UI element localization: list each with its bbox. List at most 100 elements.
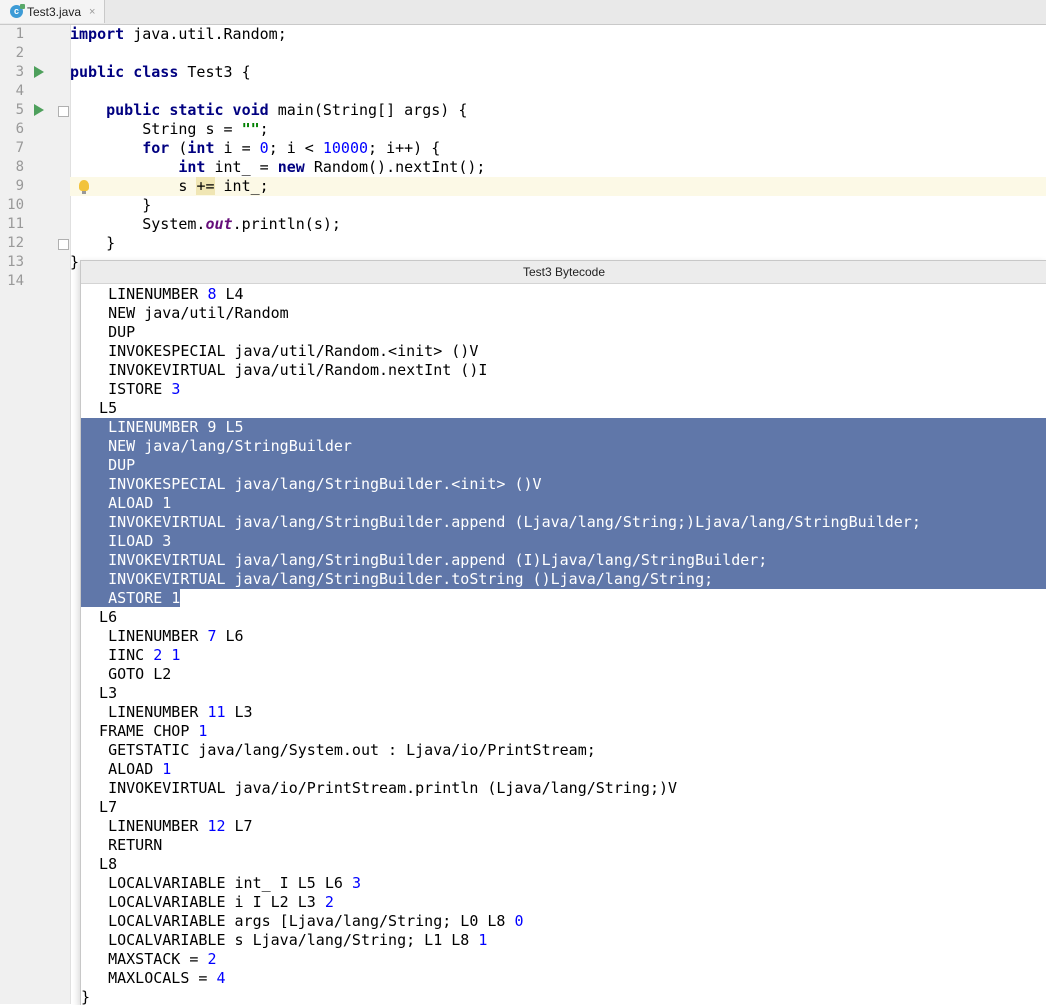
bytecode-line[interactable]: ALOAD 1 <box>81 760 1046 779</box>
bytecode-line[interactable]: GOTO L2 <box>81 665 1046 684</box>
bytecode-line[interactable]: DUP <box>81 323 1046 342</box>
bytecode-line-text: NEW java/lang/StringBuilder <box>81 437 352 455</box>
code-token: int_ = <box>205 158 278 176</box>
close-icon[interactable]: × <box>89 6 95 18</box>
bytecode-line-text: INVOKEVIRTUAL java/util/Random.nextInt (… <box>81 361 487 379</box>
bytecode-line[interactable]: DUP <box>81 456 1046 475</box>
code-line[interactable]: public class Test3 { <box>70 63 1046 82</box>
code-token: Test3 { <box>178 63 251 81</box>
bytecode-line[interactable]: NEW java/lang/StringBuilder <box>81 437 1046 456</box>
code-token: 1 <box>198 722 208 740</box>
code-line[interactable]: String s = ""; <box>70 120 1046 139</box>
bytecode-line[interactable]: INVOKESPECIAL java/lang/StringBuilder.<i… <box>81 475 1046 494</box>
bytecode-popup[interactable]: Test3 Bytecode LINENUMBER 8 L4 NEW java/… <box>80 260 1046 1005</box>
bytecode-line[interactable]: INVOKEVIRTUAL java/lang/StringBuilder.ap… <box>81 551 1046 570</box>
code-token: for <box>142 139 170 157</box>
line-number: 9 <box>15 178 24 194</box>
bytecode-line-text: GOTO L2 <box>81 665 171 683</box>
line-number: 14 <box>7 273 24 289</box>
code-token: += <box>196 177 215 195</box>
bytecode-line[interactable]: L6 <box>81 608 1046 627</box>
lightbulb-icon[interactable] <box>79 180 89 194</box>
code-token: INVOKEVIRTUAL java/lang/StringBuilder.ap… <box>81 551 768 569</box>
code-token: } <box>70 253 80 271</box>
code-token: LINENUMBER <box>81 627 208 645</box>
bytecode-line[interactable]: LINENUMBER 12 L7 <box>81 817 1046 836</box>
line-number: 1 <box>15 26 24 42</box>
bytecode-line[interactable]: LINENUMBER 7 L6 <box>81 627 1046 646</box>
bytecode-line[interactable]: ILOAD 3 <box>81 532 1046 551</box>
code-token: ALOAD <box>81 760 163 778</box>
bytecode-line[interactable]: } <box>81 988 1046 1005</box>
bytecode-line[interactable]: ALOAD 1 <box>81 494 1046 513</box>
bytecode-line[interactable]: L8 <box>81 855 1046 874</box>
bytecode-line-text: GETSTATIC java/lang/System.out : Ljava/i… <box>81 741 596 759</box>
code-token: ASTORE 1 <box>81 589 181 607</box>
bytecode-line[interactable]: LINENUMBER 9 L5 <box>81 418 1046 437</box>
bytecode-line-text: INVOKEVIRTUAL java/lang/StringBuilder.ap… <box>81 551 767 569</box>
code-line[interactable]: public static void main(String[] args) { <box>70 101 1046 120</box>
run-icon[interactable] <box>34 66 44 78</box>
bytecode-line[interactable]: RETURN <box>81 836 1046 855</box>
bytecode-line[interactable]: IINC 2 1 <box>81 646 1046 665</box>
tab-test3-java[interactable]: c Test3.java × <box>0 0 105 23</box>
line-number: 5 <box>15 102 24 118</box>
code-line[interactable]: System.out.println(s); <box>70 215 1046 234</box>
code-token: ILOAD 3 <box>81 532 172 550</box>
fold-marker-icon[interactable] <box>58 239 69 250</box>
code-line-text: int int_ = new Random().nextInt(); <box>70 158 485 176</box>
bytecode-line[interactable]: MAXSTACK = 2 <box>81 950 1046 969</box>
bytecode-line[interactable]: INVOKESPECIAL java/util/Random.<init> ()… <box>81 342 1046 361</box>
code-line[interactable] <box>70 82 1046 101</box>
bytecode-line[interactable]: LOCALVARIABLE s Ljava/lang/String; L1 L8… <box>81 931 1046 950</box>
code-line-text: } <box>70 253 79 271</box>
code-line[interactable]: int int_ = new Random().nextInt(); <box>70 158 1046 177</box>
bytecode-line-text: INVOKEVIRTUAL java/lang/StringBuilder.ap… <box>81 513 921 531</box>
bytecode-line[interactable]: L3 <box>81 684 1046 703</box>
code-line[interactable]: } <box>70 234 1046 253</box>
java-class-icon: c <box>10 4 25 18</box>
bytecode-line-text: L8 <box>81 855 117 873</box>
code-line-text: } <box>70 196 151 214</box>
bytecode-line-text: MAXLOCALS = 4 <box>81 969 225 987</box>
code-line[interactable]: for (int i = 0; i < 10000; i++) { <box>70 139 1046 158</box>
code-token: public static void <box>106 101 269 119</box>
code-line[interactable]: s += int_; <box>70 177 1046 196</box>
code-token: L6 <box>216 627 244 645</box>
bytecode-line[interactable]: LINENUMBER 8 L4 <box>81 285 1046 304</box>
bytecode-line[interactable]: INVOKEVIRTUAL java/lang/StringBuilder.ap… <box>81 513 1046 532</box>
bytecode-line[interactable]: LOCALVARIABLE i I L2 L3 2 <box>81 893 1046 912</box>
code-token: LOCALVARIABLE int_ I L5 L6 <box>81 874 352 892</box>
bytecode-line[interactable]: FRAME CHOP 1 <box>81 722 1046 741</box>
run-icon[interactable] <box>34 104 44 116</box>
code-line[interactable] <box>70 44 1046 63</box>
bytecode-line[interactable]: MAXLOCALS = 4 <box>81 969 1046 988</box>
code-token: 2 <box>153 646 163 664</box>
code-line[interactable]: import java.util.Random; <box>70 25 1046 44</box>
bytecode-line[interactable]: INVOKEVIRTUAL java/io/PrintStream.printl… <box>81 779 1046 798</box>
bytecode-line-text: INVOKESPECIAL java/util/Random.<init> ()… <box>81 342 478 360</box>
bytecode-line[interactable]: LOCALVARIABLE args [Ljava/lang/String; L… <box>81 912 1046 931</box>
code-line[interactable]: } <box>70 196 1046 215</box>
bytecode-line-text: FRAME CHOP 1 <box>81 722 207 740</box>
code-token: Random().nextInt(); <box>304 158 486 176</box>
bytecode-line[interactable]: ASTORE 1 <box>81 589 1046 608</box>
code-token: ; <box>259 120 269 138</box>
fold-marker-icon[interactable] <box>58 106 69 117</box>
bytecode-line[interactable]: NEW java/util/Random <box>81 304 1046 323</box>
bytecode-line[interactable]: INVOKEVIRTUAL java/util/Random.nextInt (… <box>81 361 1046 380</box>
bytecode-line[interactable]: L7 <box>81 798 1046 817</box>
bytecode-line[interactable]: L5 <box>81 399 1046 418</box>
bytecode-line[interactable]: INVOKEVIRTUAL java/lang/StringBuilder.to… <box>81 570 1046 589</box>
bytecode-line[interactable]: GETSTATIC java/lang/System.out : Ljava/i… <box>81 741 1046 760</box>
bytecode-line[interactable]: LINENUMBER 11 L3 <box>81 703 1046 722</box>
code-token: ALOAD 1 <box>81 494 172 512</box>
code-line-text: System.out.println(s); <box>70 215 341 233</box>
bytecode-line[interactable]: ISTORE 3 <box>81 380 1046 399</box>
bytecode-line[interactable]: LOCALVARIABLE int_ I L5 L6 3 <box>81 874 1046 893</box>
line-number: 2 <box>15 45 24 61</box>
code-token: L7 <box>81 798 118 816</box>
code-token: IINC <box>81 646 154 664</box>
